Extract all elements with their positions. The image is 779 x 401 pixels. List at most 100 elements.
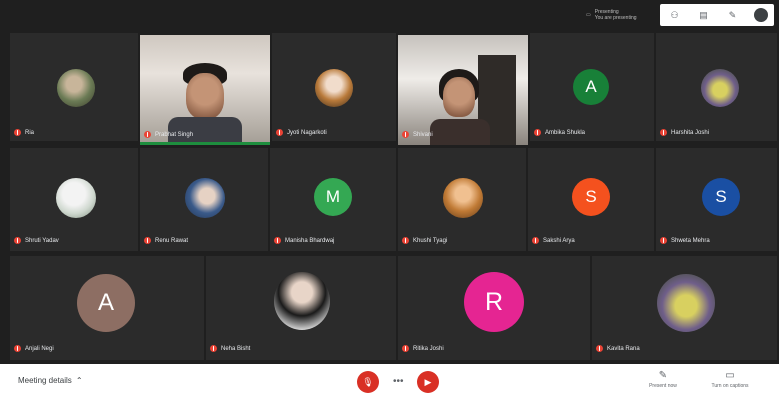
- meeting-details-label: Meeting details: [18, 376, 72, 385]
- participant-tile[interactable]: M Manisha Bhardwaj: [270, 148, 396, 251]
- participant-tile[interactable]: A Ambika Shukla: [530, 33, 654, 141]
- participant-name: Prabhat Singh: [155, 131, 194, 138]
- camera-toggle-button[interactable]: ▶: [417, 371, 439, 393]
- participant-name: Harshita Joshi: [671, 129, 710, 136]
- participant-name-tag: Kavita Rana: [596, 345, 640, 352]
- present-now-button[interactable]: ✎ Present now: [643, 369, 683, 397]
- video-face: [443, 77, 475, 117]
- participant-name-tag: Shweta Mehra: [660, 237, 710, 244]
- chevron-up-icon: ⌃: [75, 376, 83, 385]
- participant-tile[interactable]: Ria: [10, 33, 138, 141]
- meeting-details-button[interactable]: Meeting details ⌃: [18, 376, 83, 385]
- captions-button[interactable]: ▭ Turn on captions: [706, 369, 754, 397]
- participant-name-tag: Ritika Joshi: [402, 345, 444, 352]
- participant-photo: [274, 272, 330, 330]
- participant-tile[interactable]: Shruti Yadav: [10, 148, 138, 251]
- video-shirt: [430, 119, 490, 145]
- participant-tile[interactable]: A Anjali Negi: [10, 256, 204, 360]
- mic-off-icon: [144, 131, 151, 138]
- participant-photo: [701, 69, 739, 107]
- activities-icon[interactable]: ✎: [725, 7, 741, 23]
- participant-photo: [57, 69, 95, 107]
- participant-photo: [56, 178, 96, 218]
- participant-name-tag: Anjali Negi: [14, 345, 54, 352]
- participant-name: Shweta Mehra: [671, 237, 710, 244]
- participant-tile[interactable]: S Shweta Mehra: [656, 148, 777, 251]
- mic-off-icon: [660, 237, 667, 244]
- participant-name-tag: Sakshi Arya: [532, 237, 575, 244]
- participant-tile[interactable]: Renu Rawat: [140, 148, 268, 251]
- meeting-stage: ▭ Presenting You are presenting ⚇ ▤ ✎ Ri…: [0, 0, 779, 401]
- mic-off-icon: [596, 345, 603, 352]
- participant-name: Anjali Negi: [25, 345, 54, 352]
- participant-initial-avatar: R: [464, 272, 524, 332]
- participant-tile[interactable]: R Ritika Joshi: [398, 256, 590, 360]
- present-icon: ✎: [658, 370, 668, 381]
- participant-tile[interactable]: S Sakshi Arya: [528, 148, 654, 251]
- participant-photo: [443, 178, 483, 218]
- participant-photo: [657, 274, 715, 332]
- mic-off-icon: [402, 237, 409, 244]
- participant-name-tag: Ambika Shukla: [534, 129, 585, 136]
- more-options-button[interactable]: •••: [393, 376, 404, 387]
- participant-video[interactable]: Shivani: [398, 35, 528, 145]
- mic-off-icon: [276, 129, 283, 136]
- participant-tile[interactable]: Neha Bisht: [206, 256, 396, 360]
- participant-tile[interactable]: Jyoti Nagarkoti: [272, 33, 396, 141]
- camera-off-icon: ▶: [424, 376, 432, 387]
- participant-name-tag: Shivani: [402, 131, 433, 138]
- participant-name: Neha Bisht: [221, 345, 251, 352]
- mic-off-icon: [402, 131, 409, 138]
- mic-off-icon: [14, 345, 21, 352]
- mic-off-icon: [274, 237, 281, 244]
- participant-name: Jyoti Nagarkoti: [287, 129, 327, 136]
- speaking-indicator: [140, 142, 270, 145]
- mic-off-icon: [534, 129, 541, 136]
- mic-off-icon: [14, 237, 21, 244]
- chat-icon[interactable]: ▤: [696, 7, 712, 23]
- mic-off-icon: [144, 237, 151, 244]
- presenting-indicator[interactable]: ▭ Presenting You are presenting: [586, 7, 658, 23]
- participant-name-tag: Ria: [14, 129, 34, 136]
- participant-initial-avatar: A: [77, 274, 135, 332]
- top-bar: ▭ Presenting You are presenting ⚇ ▤ ✎: [0, 0, 779, 30]
- mic-off-icon: [402, 345, 409, 352]
- participant-initial-avatar: M: [314, 178, 352, 216]
- mic-off-icon: [210, 345, 217, 352]
- participant-name-tag: Manisha Bhardwaj: [274, 237, 334, 244]
- participant-name: Ria: [25, 129, 35, 136]
- bottom-control-bar: Meeting details ⌃ 🎙 ••• ▶ ✎ Present now …: [0, 364, 779, 401]
- people-icon[interactable]: ⚇: [667, 7, 683, 23]
- participant-initial-avatar: A: [573, 69, 609, 105]
- participant-photo: [185, 178, 225, 218]
- participant-photo: [315, 69, 353, 107]
- participant-initial-avatar: S: [572, 178, 610, 216]
- participant-name: Shivani: [413, 131, 433, 138]
- participant-name-tag: Prabhat Singh: [144, 131, 193, 138]
- participant-initial-avatar: S: [702, 178, 740, 216]
- meeting-toolbar: ⚇ ▤ ✎: [660, 4, 774, 26]
- participant-name-tag: Shruti Yadav: [14, 237, 59, 244]
- mic-toggle-button[interactable]: 🎙: [357, 371, 379, 393]
- participant-name-tag: Khushi Tyagi: [402, 237, 447, 244]
- participant-name: Ritika Joshi: [413, 345, 444, 352]
- participant-tile[interactable]: Kavita Rana: [592, 256, 777, 360]
- account-avatar[interactable]: [753, 8, 768, 22]
- participant-name: Sakshi Arya: [543, 237, 575, 244]
- video-face: [186, 73, 224, 119]
- participant-video[interactable]: Prabhat Singh: [140, 35, 270, 145]
- participant-name: Khushi Tyagi: [413, 237, 448, 244]
- mic-off-icon: [14, 129, 21, 136]
- mic-off-icon: [532, 237, 539, 244]
- participant-name: Kavita Rana: [607, 345, 640, 352]
- participant-name-tag: Neha Bisht: [210, 345, 250, 352]
- participant-tile[interactable]: Khushi Tyagi: [398, 148, 526, 251]
- participant-name-tag: Harshita Joshi: [660, 129, 709, 136]
- participant-name-tag: Jyoti Nagarkoti: [276, 129, 327, 136]
- present-screen-icon: ▭: [586, 12, 591, 18]
- mic-off-icon: [660, 129, 667, 136]
- mic-off-icon: 🎙: [362, 376, 374, 387]
- participant-tile[interactable]: Harshita Joshi: [656, 33, 777, 141]
- presenting-subtitle: You are presenting: [594, 15, 637, 21]
- participant-name: Manisha Bhardwaj: [285, 237, 335, 244]
